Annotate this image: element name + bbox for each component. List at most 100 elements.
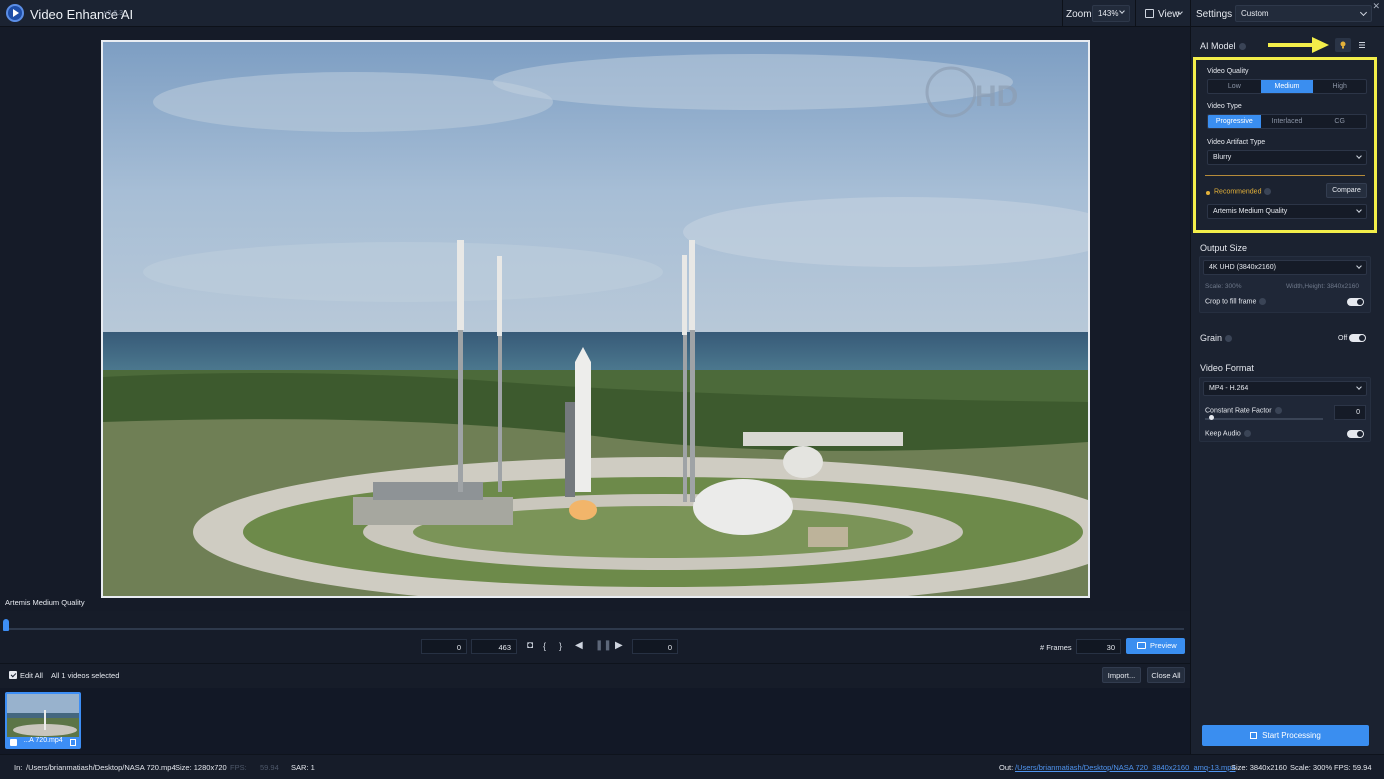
video-format-title: Video Format xyxy=(1200,363,1254,373)
chevron-down-icon xyxy=(1356,207,1362,213)
video-type-label: Video Type xyxy=(1207,103,1242,110)
quality-high[interactable]: High xyxy=(1313,80,1366,93)
preview-button[interactable]: Preview xyxy=(1126,638,1185,654)
thumbnail-image xyxy=(7,694,79,737)
crf-slider-handle[interactable] xyxy=(1209,415,1214,420)
video-quality-selector: Low Medium High xyxy=(1207,79,1367,94)
separator xyxy=(1135,0,1136,27)
help-icon[interactable] xyxy=(1243,430,1251,437)
ai-model-title: AI Model xyxy=(1200,41,1246,51)
input-label: In: xyxy=(14,763,23,772)
frames-input[interactable]: 30 xyxy=(1076,639,1121,654)
video-quality-label: Video Quality xyxy=(1207,68,1249,75)
input-path: /Users/brianmatiash/Desktop/NASA 720.mp4 xyxy=(26,763,176,772)
crop-toggle[interactable] xyxy=(1347,298,1364,306)
crf-input[interactable]: 0 xyxy=(1334,405,1366,420)
output-path-link[interactable]: /Users/brianmatiash/Desktop/NASA 720_384… xyxy=(1015,763,1236,772)
view-icon[interactable] xyxy=(1145,9,1154,18)
artifact-type-select[interactable]: Blurry xyxy=(1207,150,1367,165)
output-size-title: Output Size xyxy=(1200,243,1248,253)
input-fps: FPS: xyxy=(230,763,247,772)
help-icon[interactable] xyxy=(1225,335,1233,343)
start-frame-input[interactable]: 0 xyxy=(421,639,467,654)
grain-title: Grain xyxy=(1200,333,1233,343)
settings-panel: AI Model Video Quality Low Medium High V… xyxy=(1190,27,1384,754)
file-checkbox[interactable] xyxy=(10,739,17,746)
recommended-label: Recommended xyxy=(1214,188,1272,195)
pause-icon[interactable]: ❚❚ xyxy=(595,640,612,652)
file-name: ...A 720.mp4 xyxy=(7,737,79,747)
output-label: Out: xyxy=(999,763,1014,772)
arrow-annotation xyxy=(1268,37,1329,53)
timeline-track[interactable] xyxy=(6,628,1184,630)
input-fps-value: 59.94 xyxy=(260,763,279,772)
artifact-type-value: Blurry xyxy=(1213,154,1232,161)
ai-model-select[interactable]: Artemis Medium Quality xyxy=(1207,204,1367,219)
help-icon[interactable] xyxy=(1264,188,1272,195)
crop-label: Crop to fill frame xyxy=(1205,298,1267,305)
step-forward-icon[interactable]: ▶ xyxy=(615,640,623,652)
view-label[interactable]: View xyxy=(1158,9,1180,20)
import-button[interactable]: Import... xyxy=(1102,667,1141,683)
type-interlaced[interactable]: Interlaced xyxy=(1261,115,1314,128)
dimensions-text: Width,Height: 3840x2160 xyxy=(1286,283,1359,290)
help-icon[interactable] xyxy=(1259,298,1267,305)
keep-audio-toggle[interactable] xyxy=(1347,430,1364,438)
input-sar: SAR: 1 xyxy=(291,763,315,772)
type-cg[interactable]: CG xyxy=(1313,115,1366,128)
trash-icon[interactable] xyxy=(70,739,76,746)
edit-all-label: Edit All xyxy=(20,671,43,680)
settings-select[interactable]: Custom xyxy=(1235,5,1372,22)
ai-model-section: Video Quality Low Medium High Video Type… xyxy=(1193,57,1377,233)
svg-text:HD: HD xyxy=(975,80,1018,113)
output-size-card: 4K UHD (3840x2160) Scale: 300% Width,Hei… xyxy=(1199,256,1371,313)
grain-value: Off xyxy=(1338,335,1348,342)
video-viewer: HD Artemis Medium Quality xyxy=(0,27,1190,611)
help-icon[interactable] xyxy=(1274,407,1282,414)
type-progressive[interactable]: Progressive xyxy=(1208,115,1261,128)
title-bar: Video Enhance AI v2.6.3 Zoom 143% View S… xyxy=(0,0,1384,27)
video-preview[interactable]: HD xyxy=(101,40,1090,598)
video-type-selector: Progressive Interlaced CG xyxy=(1207,114,1367,129)
start-processing-label: Start Processing xyxy=(1262,731,1321,740)
close-icon[interactable]: ✕ xyxy=(1372,1,1380,12)
step-back-icon[interactable]: ◀ xyxy=(575,640,583,652)
set-in-point-button[interactable]: { xyxy=(543,640,546,652)
preview-label: Preview xyxy=(1150,641,1177,650)
keep-audio-label: Keep Audio xyxy=(1205,430,1251,437)
settings-value: Custom xyxy=(1241,9,1269,18)
crf-slider[interactable] xyxy=(1205,418,1323,420)
format-select[interactable]: MP4 - H.264 xyxy=(1203,381,1367,396)
app-logo-icon xyxy=(6,4,24,22)
timeline-handle[interactable] xyxy=(3,619,9,631)
ai-model-value: Artemis Medium Quality xyxy=(1213,208,1288,215)
list-icon[interactable] xyxy=(1354,38,1370,52)
quality-medium[interactable]: Medium xyxy=(1260,80,1314,93)
chevron-down-icon xyxy=(1359,8,1368,17)
edit-all-checkbox[interactable] xyxy=(9,671,17,679)
output-size-select[interactable]: 4K UHD (3840x2160) xyxy=(1203,260,1367,275)
end-frame-input[interactable]: 463 xyxy=(471,639,517,654)
zoom-value: 143% xyxy=(1098,9,1119,18)
settings-label: Settings xyxy=(1196,9,1233,20)
timeline: 0 463 ◘ { } ◀ ❚❚ ▶ 0 # Frames 30 Preview xyxy=(0,611,1190,663)
grain-toggle[interactable] xyxy=(1349,334,1366,342)
zoom-select[interactable]: 143% xyxy=(1092,5,1130,22)
output-scale: Scale: 300% xyxy=(1290,763,1333,772)
set-out-point-button[interactable]: } xyxy=(559,640,562,652)
close-all-button[interactable]: Close All xyxy=(1147,667,1185,683)
chevron-down-icon xyxy=(1356,153,1362,159)
selection-status: All 1 videos selected xyxy=(51,671,120,680)
file-strip: ...A 720.mp4 xyxy=(0,688,1190,754)
current-frame-input[interactable]: 0 xyxy=(632,639,678,654)
start-icon xyxy=(1250,732,1258,739)
file-thumbnail[interactable]: ...A 720.mp4 xyxy=(5,692,81,749)
quality-low[interactable]: Low xyxy=(1208,80,1261,93)
lightbulb-icon[interactable] xyxy=(1335,38,1351,52)
camera-icon[interactable]: ◘ xyxy=(527,640,533,652)
compare-button[interactable]: Compare xyxy=(1326,183,1367,198)
separator xyxy=(1190,0,1191,27)
start-processing-button[interactable]: Start Processing xyxy=(1202,725,1369,746)
scale-text: Scale: 300% xyxy=(1205,283,1242,290)
help-icon[interactable] xyxy=(1238,43,1246,51)
